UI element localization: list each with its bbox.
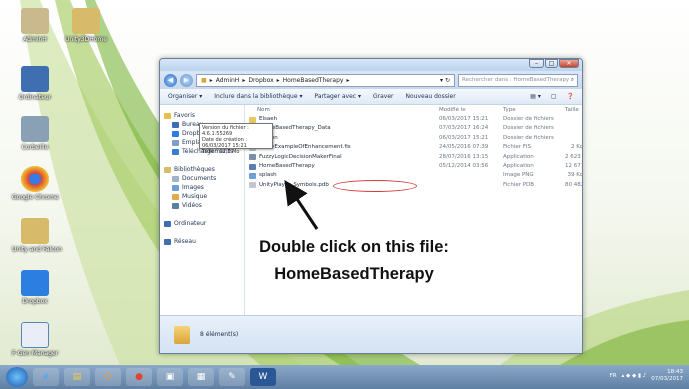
annotation-arrow: [284, 180, 319, 230]
annotation-line-1: Double click on this file:: [259, 238, 449, 256]
annotation-text: Double click on this file: HomeBasedTher…: [254, 234, 454, 288]
annotation-line-2: HomeBasedTherapy: [274, 265, 434, 283]
